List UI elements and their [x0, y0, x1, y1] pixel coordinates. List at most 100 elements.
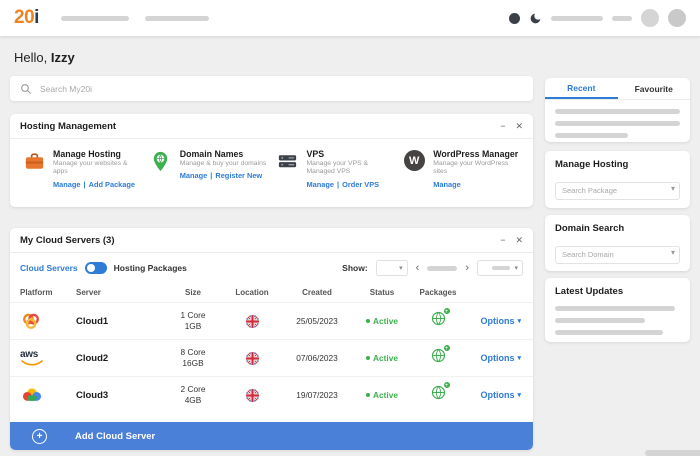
hosting-management-card: Hosting Management − ✕ Manage Hosting Ma…	[10, 114, 533, 207]
link-separator: |	[210, 171, 213, 181]
chevron-down-icon[interactable]: ▾	[671, 184, 675, 193]
table-row: Cloud1 1 Core 1GB 25/05/2023 Active + Op…	[10, 302, 533, 339]
options-button[interactable]: Options ▾	[466, 353, 523, 363]
top-bar: 20i	[0, 0, 700, 36]
feature-title: VPS	[306, 149, 325, 159]
table-row: Cloud3 2 Core 4GB 19/07/2023 Active + Op…	[10, 376, 533, 413]
global-search	[10, 76, 533, 101]
dark-mode-moon-icon[interactable]	[529, 12, 542, 25]
feature-subtitle: Manage & buy your domains	[179, 160, 267, 167]
options-label: Options	[480, 390, 515, 400]
skeleton-bar	[555, 318, 645, 323]
status-dot	[366, 393, 371, 397]
manage-link[interactable]: Manage	[433, 180, 461, 189]
page-prev-icon[interactable]: ‹	[416, 262, 420, 274]
view-toggle[interactable]	[84, 262, 107, 274]
search-domain-input[interactable]	[555, 245, 680, 264]
col-location: Location	[235, 287, 269, 297]
avatar[interactable]	[668, 9, 686, 27]
avatar[interactable]	[641, 9, 659, 27]
chevron-down-icon[interactable]: ▾	[671, 248, 675, 257]
feature-vps: VPS Manage your VPS & Managed VPS Manage…	[272, 149, 399, 189]
minimize-icon[interactable]: −	[500, 236, 505, 245]
skeleton-bar	[551, 15, 603, 21]
add-package-globe-icon[interactable]: +	[431, 381, 451, 405]
skeleton-bar	[492, 266, 511, 270]
show-label: Show:	[342, 263, 368, 273]
feature-title: WordPress Manager	[433, 149, 519, 159]
server-cores: 1 Core	[180, 309, 206, 320]
add-cloud-server-button[interactable]: + Add Cloud Server	[10, 422, 533, 450]
manage-link[interactable]: Manage	[307, 180, 335, 189]
cloud-servers-toggle-label[interactable]: Cloud Servers	[20, 263, 78, 273]
skeleton-bar	[144, 15, 209, 21]
manage-link[interactable]: Manage	[53, 180, 81, 189]
tab-favourite[interactable]: Favourite	[618, 78, 691, 99]
page-next-icon[interactable]: ›	[465, 262, 469, 274]
app-logo[interactable]: 20i	[14, 7, 39, 29]
server-name: Cloud2	[76, 352, 109, 364]
page-select[interactable]: ▾	[477, 260, 523, 276]
feature-title: Manage Hosting	[53, 149, 121, 159]
hosting-packages-toggle-label[interactable]: Hosting Packages	[114, 263, 187, 273]
status-dot	[366, 356, 371, 360]
plus-circle-icon: +	[32, 428, 47, 444]
feature-wordpress-manager: W WordPress Manager Manage your WordPres…	[398, 149, 525, 189]
link-separator: |	[83, 179, 86, 189]
status-dot	[366, 319, 371, 323]
server-cores: 2 Core	[180, 383, 206, 394]
latest-updates-title: Latest Updates	[555, 286, 624, 297]
cloud-servers-title: My Cloud Servers (3)	[20, 235, 115, 246]
recent-favourite-card: Recent Favourite	[545, 78, 690, 142]
options-button[interactable]: Options ▾	[466, 390, 523, 400]
topbar-nav-placeholder	[60, 15, 209, 21]
feature-subtitle: Manage your VPS & Managed VPS	[306, 160, 369, 176]
chevron-down-icon: ▾	[399, 265, 403, 272]
manage-hosting-card: Manage Hosting ▾	[545, 151, 690, 208]
skeleton-bar	[555, 109, 680, 114]
cloud-servers-card: My Cloud Servers (3) − ✕ Cloud Servers H…	[10, 228, 533, 450]
feature-subtitle: Manage your WordPress sites	[433, 160, 509, 176]
show-count-select[interactable]: ▾	[375, 260, 408, 276]
status-text: Active	[373, 353, 398, 363]
multicloud-icon	[20, 310, 76, 332]
greeting-name: Izzy	[50, 50, 75, 65]
skeleton-bar	[60, 15, 129, 21]
skeleton-bar	[555, 330, 663, 335]
col-status: Status	[369, 287, 395, 297]
search-input[interactable]	[40, 83, 523, 94]
manage-link[interactable]: Manage	[180, 171, 208, 180]
order-vps-link[interactable]: Order VPS	[342, 180, 379, 189]
search-package-input[interactable]	[555, 181, 680, 200]
col-size: Size	[184, 287, 201, 297]
domain-search-title: Domain Search	[555, 223, 625, 234]
google-cloud-icon	[20, 386, 76, 404]
add-package-globe-icon[interactable]: +	[431, 307, 451, 331]
close-icon[interactable]: ✕	[515, 236, 523, 245]
plus-badge-icon: +	[442, 307, 451, 315]
plus-badge-icon: +	[442, 381, 451, 389]
close-icon[interactable]: ✕	[515, 122, 523, 131]
tab-recent[interactable]: Recent	[545, 78, 618, 99]
status-dot-icon	[509, 12, 520, 24]
feature-domain-names: Domain Names Manage & buy your domains M…	[145, 149, 272, 189]
uk-flag-icon	[224, 315, 280, 328]
add-package-link[interactable]: Add Package	[89, 180, 135, 189]
add-package-globe-icon[interactable]: +	[431, 344, 451, 368]
server-ram: 16GB	[182, 358, 204, 368]
server-created: 07/06/2023	[296, 353, 338, 363]
aws-icon: aws	[20, 350, 76, 366]
plus-badge-icon: +	[442, 344, 451, 352]
chevron-down-icon: ▾	[517, 355, 521, 362]
domain-search-card: Domain Search ▾	[545, 215, 690, 271]
options-button[interactable]: Options ▾	[466, 316, 523, 326]
register-new-link[interactable]: Register New	[215, 171, 262, 180]
table-header: Platform Server Size Location Created St…	[10, 282, 533, 302]
options-label: Options	[480, 353, 515, 363]
logo-text-20: 20	[14, 7, 35, 28]
skeleton-bar	[555, 133, 628, 138]
minimize-icon[interactable]: −	[500, 122, 505, 131]
link-separator: |	[337, 179, 340, 189]
chevron-down-icon: ▾	[514, 265, 518, 272]
briefcase-icon	[21, 149, 47, 189]
